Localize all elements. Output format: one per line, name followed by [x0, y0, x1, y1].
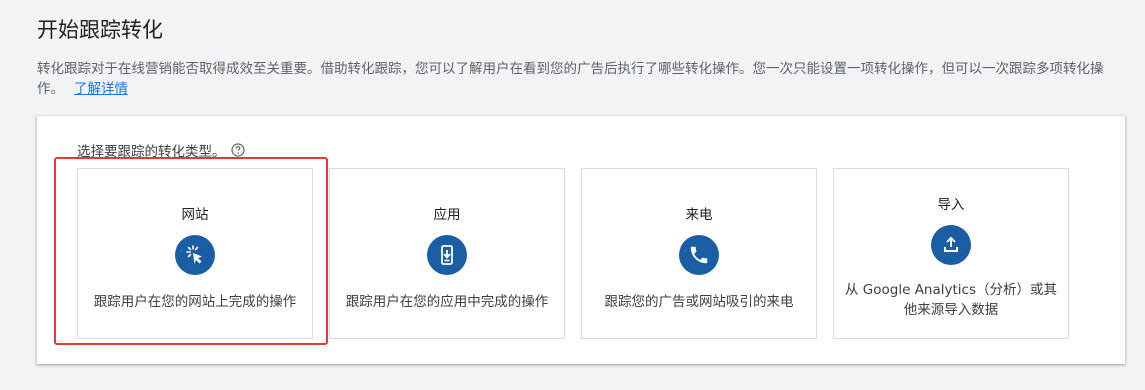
prompt-label: 选择要跟踪的转化类型。 — [77, 144, 226, 160]
option-website-title: 网站 — [181, 207, 209, 223]
phone-call-icon — [679, 235, 719, 275]
option-import-description: 从 Google Analytics（分析）或其他来源导入数据 — [845, 282, 1057, 318]
conversion-setup-page: 开始跟踪转化 转化跟踪对于在线营销能否取得成效至关重要。借助转化跟踪，您可以了解… — [0, 0, 1145, 390]
option-app[interactable]: 应用 跟踪用户在您的应用中完成的操作 — [329, 168, 565, 339]
option-calls-title: 来电 — [685, 207, 713, 223]
option-calls-description: 跟踪您的广告或网站吸引的来电 — [604, 294, 794, 310]
option-website-description: 跟踪用户在您的网站上完成的操作 — [93, 294, 297, 310]
upload-icon — [931, 225, 971, 265]
description-text: 转化跟踪对于在线营销能否取得成效至关重要。借助转化跟踪，您可以了解用户在看到您的… — [37, 61, 1104, 97]
option-import[interactable]: 导入 从 Google Analytics（分析）或其他来源导入数据 — [833, 168, 1069, 339]
option-calls[interactable]: 来电 跟踪您的广告或网站吸引的来电 — [581, 168, 817, 339]
help-icon[interactable] — [230, 143, 245, 157]
learn-more-link[interactable]: 了解详情 — [74, 81, 128, 97]
option-website[interactable]: 网站 跟踪用户在您的网站上完成的操作 — [77, 168, 313, 339]
page-title: 开始跟踪转化 — [37, 18, 163, 42]
conversion-type-card: 选择要跟踪的转化类型。 网站 跟踪用户在您的网站上完成的操作 应用 跟踪用户在您… — [37, 116, 1125, 364]
conversion-type-prompt: 选择要跟踪的转化类型。 — [77, 140, 245, 160]
option-app-title: 应用 — [433, 207, 461, 223]
option-app-description: 跟踪用户在您的应用中完成的操作 — [345, 294, 549, 310]
option-import-title: 导入 — [937, 197, 965, 213]
page-description: 转化跟踪对于在线营销能否取得成效至关重要。借助转化跟踪，您可以了解用户在看到您的… — [37, 59, 1127, 99]
click-cursor-icon — [175, 235, 215, 275]
phone-download-icon — [427, 235, 467, 275]
